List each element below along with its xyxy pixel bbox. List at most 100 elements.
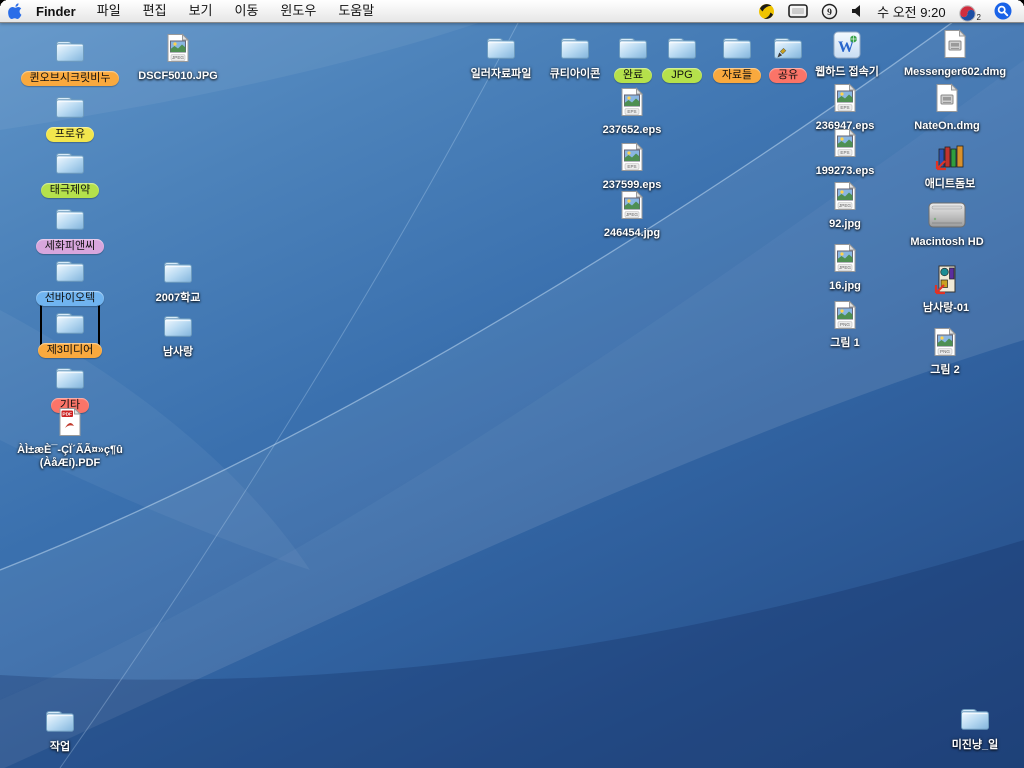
desktop[interactable]: 퀸오브시크릿비누프로유태극제약세화피앤씨선바이오텍제3미디어기타PDF ÀÌ±æÈ… bbox=[0, 22, 1024, 768]
folder-icon bbox=[721, 34, 753, 66]
menu-item[interactable]: 파일 bbox=[86, 0, 132, 22]
svg-text:JPEG: JPEG bbox=[839, 203, 851, 208]
icon-label: 2007학교 bbox=[156, 292, 201, 305]
desktop-icon[interactable]: 남사랑-01 bbox=[891, 268, 1001, 315]
input-source-badge: 2 bbox=[977, 13, 981, 22]
desktop-icon[interactable]: Messenger602.dmg bbox=[900, 32, 1010, 79]
desktop-icon[interactable]: NateOn.dmg bbox=[892, 86, 1002, 133]
norton-antivirus-icon[interactable] bbox=[758, 0, 775, 22]
desktop-icon[interactable]: JPEGDSCF5010.JPG bbox=[123, 36, 233, 83]
folder-icon bbox=[617, 34, 649, 66]
svg-text:JPEG: JPEG bbox=[626, 212, 638, 217]
icon-label: Messenger602.dmg bbox=[904, 66, 1006, 79]
desktop-icon[interactable]: EPS237652.eps bbox=[577, 90, 687, 137]
desktop-icon[interactable]: EPS237599.eps bbox=[577, 145, 687, 192]
svg-text:EPS: EPS bbox=[840, 105, 849, 110]
folder-icon bbox=[44, 707, 76, 739]
dmg-icon bbox=[934, 83, 960, 118]
folder-icon bbox=[162, 312, 194, 344]
menu-item[interactable]: 도움말 bbox=[327, 0, 385, 22]
desktop-icon[interactable]: 미진냥_일 bbox=[920, 705, 1024, 752]
icon-label: 선바이오텍 bbox=[36, 291, 105, 306]
icon-label: 92.jpg bbox=[829, 218, 861, 231]
desktop-icon[interactable]: W웹하드 접속기 bbox=[792, 32, 902, 79]
menu-bar-menus: 파일편집보기이동윈도우도움말 bbox=[86, 0, 385, 22]
desktop-icon[interactable]: 2007학교 bbox=[123, 258, 233, 305]
menu-item[interactable]: 편집 bbox=[132, 0, 178, 22]
icon-label: 제3미디어 bbox=[38, 343, 103, 358]
volume-icon[interactable] bbox=[851, 0, 864, 22]
svg-text:PNG: PNG bbox=[940, 349, 950, 354]
svg-text:JPEG: JPEG bbox=[839, 265, 851, 270]
pdf-icon: PDF bbox=[57, 407, 83, 442]
png-icon: PNG bbox=[932, 327, 958, 362]
svg-text:EPS: EPS bbox=[627, 109, 636, 114]
icon-label: 퀸오브시크릿비누 bbox=[21, 71, 120, 86]
desktop-icon[interactable]: 세화피앤씨 bbox=[15, 205, 125, 254]
displays-icon[interactable] bbox=[788, 0, 808, 22]
folder-icon bbox=[485, 34, 517, 66]
icon-label: 남사랑-01 bbox=[923, 302, 969, 315]
desktop-icon[interactable]: JPEG 92.jpg bbox=[790, 184, 900, 231]
icon-label: 199273.eps bbox=[816, 165, 875, 178]
icon-label: ÀÌ±æÈ¯-ÇÏ´ÃÃ¤»ç¶û(ÀåÆí).PDF bbox=[17, 444, 123, 470]
menu-bar: Finder 파일편집보기이동윈도우도움말 9 bbox=[0, 0, 1024, 23]
spotlight-icon[interactable] bbox=[994, 0, 1012, 22]
menu-item[interactable]: 보기 bbox=[178, 0, 224, 22]
desktop-icon[interactable]: JPEG246454.jpg bbox=[577, 193, 687, 240]
svg-text:9: 9 bbox=[827, 8, 832, 18]
icon-label: 프로유 bbox=[46, 127, 94, 142]
desktop-icon[interactable]: 선바이오텍 bbox=[15, 257, 125, 306]
svg-text:EPS: EPS bbox=[627, 164, 636, 169]
eps-icon: EPS bbox=[619, 87, 645, 122]
icon-label: JPG bbox=[662, 68, 701, 83]
desktop-icon[interactable]: 제3미디어 bbox=[15, 309, 125, 358]
icon-label: Macintosh HD bbox=[910, 236, 983, 249]
folder-icon bbox=[54, 309, 86, 341]
icon-label: NateOn.dmg bbox=[914, 120, 979, 133]
menu-bar-clock[interactable]: 수 오전 9:20 bbox=[877, 2, 945, 21]
active-app-name[interactable]: Finder bbox=[30, 4, 86, 19]
screen-corner-topright bbox=[1016, 0, 1024, 8]
folder-icon bbox=[54, 37, 86, 69]
icon-label: DSCF5010.JPG bbox=[138, 70, 217, 83]
desktop-icon[interactable]: 애디트돔보 bbox=[895, 144, 1005, 191]
desktop-icon[interactable]: PDF ÀÌ±æÈ¯-ÇÏ´ÃÃ¤»ç¶û(ÀåÆí).PDF bbox=[15, 410, 125, 470]
folder-icon bbox=[162, 258, 194, 290]
desktop-icon[interactable]: EPS236947.eps bbox=[790, 86, 900, 133]
folder-icon bbox=[54, 257, 86, 289]
dmg-icon bbox=[942, 29, 968, 64]
png-icon: PNG bbox=[832, 300, 858, 335]
desktop-icon[interactable]: 태극제약 bbox=[15, 149, 125, 198]
books-icon bbox=[934, 142, 966, 176]
icon-label: 세화피앤씨 bbox=[36, 239, 105, 254]
icon-label: 완료 bbox=[614, 68, 652, 83]
icon-label: 작업 bbox=[50, 741, 70, 754]
desktop-icon[interactable]: PNG 그림 1 bbox=[790, 303, 900, 350]
eps-icon: EPS bbox=[832, 83, 858, 118]
icon-label: 큐티아이콘 bbox=[550, 68, 601, 81]
desktop-icon[interactable]: PNG그림 2 bbox=[890, 330, 1000, 377]
icon-label: 그림 1 bbox=[830, 337, 859, 350]
desktop-icon[interactable]: 기타 bbox=[15, 364, 125, 413]
menu-item[interactable]: 이동 bbox=[224, 0, 270, 22]
desktop-icon[interactable]: JPEG16.jpg bbox=[790, 246, 900, 293]
korean-input-flag-icon[interactable]: 2 bbox=[959, 0, 981, 22]
eps-icon: EPS bbox=[619, 142, 645, 177]
desktop-icon[interactable]: Macintosh HD bbox=[892, 202, 1002, 249]
folder-icon bbox=[772, 34, 804, 66]
desktop-icon[interactable]: 퀸오브시크릿비누 bbox=[15, 37, 125, 86]
quark-icon bbox=[932, 264, 960, 300]
jpeg-icon: JPEG bbox=[832, 243, 858, 278]
icon-label: 태극제약 bbox=[41, 183, 99, 198]
jpeg-icon: JPEG bbox=[832, 181, 858, 216]
desktop-icon[interactable]: 남사랑 bbox=[123, 312, 233, 359]
classic-environment-icon[interactable]: 9 bbox=[821, 0, 838, 22]
menu-item[interactable]: 윈도우 bbox=[269, 0, 327, 22]
svg-text:PDF: PDF bbox=[62, 412, 72, 418]
desktop-icon[interactable]: EPS199273.eps bbox=[790, 131, 900, 178]
desktop-icon[interactable]: 프로유 bbox=[15, 93, 125, 142]
desktop-icon[interactable]: 작업 bbox=[5, 707, 115, 754]
folder-icon bbox=[959, 705, 991, 737]
menu-bar-status-area: 9 수 오전 9:20 2 bbox=[758, 0, 1024, 22]
